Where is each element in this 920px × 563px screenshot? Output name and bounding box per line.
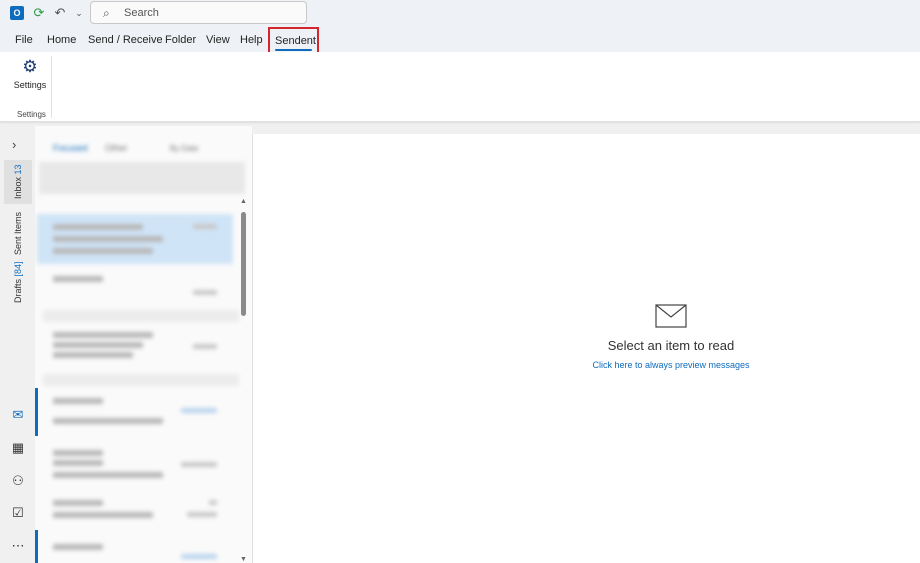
- reading-pane: Select an item to read Click here to alw…: [252, 134, 920, 563]
- list-group-header: [43, 374, 239, 386]
- tab-folder[interactable]: Folder: [165, 34, 196, 46]
- scroll-up-icon[interactable]: ▲: [240, 198, 247, 205]
- list-group-header: [43, 310, 239, 322]
- list-item-line: [53, 352, 133, 358]
- list-item-line: [53, 248, 153, 254]
- search-icon: ⌕: [103, 6, 110, 20]
- sync-icon[interactable]: ⟳: [30, 4, 48, 22]
- tab-home[interactable]: Home: [47, 34, 76, 46]
- folder-inbox-label: Inbox: [13, 177, 23, 200]
- list-item[interactable]: [37, 444, 233, 488]
- list-item-line: [53, 224, 143, 230]
- gear-icon: ⚙: [22, 57, 38, 76]
- list-item-meta: [193, 290, 217, 295]
- outlook-icon[interactable]: O: [10, 6, 24, 20]
- tab-other[interactable]: Other: [105, 143, 128, 153]
- preview-messages-link[interactable]: Click here to always preview messages: [253, 360, 920, 370]
- scroll-down-icon[interactable]: ▼: [240, 556, 247, 563]
- folder-inbox[interactable]: Inbox 13: [4, 160, 32, 204]
- search-box[interactable]: ⌕: [90, 1, 307, 24]
- list-item[interactable]: [37, 494, 233, 538]
- list-item-meta: [193, 344, 217, 349]
- menu-bar: File Home Send / Receive Folder View Hel…: [0, 26, 920, 52]
- list-item-line: [53, 342, 143, 348]
- list-item-meta: [193, 224, 217, 229]
- tab-sendent[interactable]: Sendent: [268, 27, 319, 54]
- ribbon-group-label: Settings: [17, 110, 46, 119]
- scrollbar-thumb[interactable]: [241, 212, 246, 316]
- list-item-line: [53, 332, 153, 338]
- mail-icon[interactable]: ✉: [10, 407, 26, 423]
- settings-button-label: Settings: [13, 80, 47, 90]
- list-item-line: [53, 276, 103, 282]
- active-tab-indicator: [275, 49, 312, 51]
- list-item-line: [53, 544, 103, 550]
- chevron-right-icon[interactable]: ›: [12, 137, 16, 152]
- list-item[interactable]: [37, 326, 233, 370]
- folder-sent-items[interactable]: Sent Items: [4, 210, 32, 256]
- list-item-line: [53, 236, 163, 242]
- tab-file[interactable]: File: [15, 34, 33, 46]
- title-bar: O ⟳ ↶ ⌄ ⌕: [0, 0, 920, 26]
- list-item-meta: [181, 462, 217, 467]
- selection-indicator: [35, 388, 38, 436]
- tab-send-receive[interactable]: Send / Receive: [88, 34, 163, 46]
- list-item-line: [53, 472, 163, 478]
- tab-focused[interactable]: Focused: [53, 143, 88, 153]
- selection-indicator: [35, 530, 38, 563]
- message-list-scrollbar[interactable]: ▲ ▼: [240, 198, 247, 563]
- ribbon: ⚙ Settings Settings: [0, 52, 920, 122]
- tab-sendent-label: Sendent: [275, 35, 316, 47]
- message-list: Focused Other By Date ▲ ▼: [35, 126, 252, 563]
- folder-drafts[interactable]: Drafts [84]: [4, 260, 32, 304]
- undo-icon[interactable]: ↶: [51, 4, 69, 22]
- people-icon[interactable]: ⚇: [10, 473, 26, 489]
- tab-view[interactable]: View: [206, 34, 230, 46]
- reading-pane-title: Select an item to read: [607, 338, 735, 353]
- customize-icon[interactable]: ⌄: [70, 4, 88, 22]
- message-list-header: [39, 162, 245, 194]
- folder-drafts-count: [84]: [13, 261, 23, 277]
- tab-help[interactable]: Help: [240, 34, 263, 46]
- list-item-line: [53, 512, 153, 518]
- list-item-line: [53, 398, 103, 404]
- list-item-line: [53, 450, 103, 456]
- folder-inbox-count: 13: [13, 164, 23, 175]
- list-item-line: [53, 418, 163, 424]
- list-item[interactable]: [37, 214, 233, 264]
- sort-dropdown[interactable]: By Date: [170, 144, 198, 153]
- list-item-line: [53, 460, 103, 466]
- message-list-tabs: Focused Other: [53, 143, 128, 153]
- list-item-meta: [187, 512, 217, 517]
- navigation-rail: › Inbox 13 Sent Items Drafts [84] ✉ ▦ ⚇ …: [0, 126, 36, 563]
- tasks-icon[interactable]: ☑: [10, 505, 26, 521]
- list-item[interactable]: [37, 390, 233, 434]
- list-item[interactable]: [37, 268, 233, 312]
- list-item-meta: [181, 554, 217, 559]
- envelope-icon: [655, 304, 687, 328]
- settings-button[interactable]: ⚙ Settings: [8, 58, 52, 98]
- calendar-icon[interactable]: ▦: [10, 440, 26, 456]
- list-item-line: [53, 500, 103, 506]
- list-item-meta: [209, 500, 217, 505]
- group-divider: [51, 56, 52, 118]
- list-item[interactable]: [37, 536, 233, 563]
- more-icon[interactable]: ⋯: [10, 538, 26, 554]
- search-input[interactable]: [124, 5, 294, 21]
- folder-drafts-label: Drafts: [13, 278, 23, 303]
- list-item-meta: [181, 408, 217, 413]
- folder-sent-label: Sent Items: [13, 211, 23, 255]
